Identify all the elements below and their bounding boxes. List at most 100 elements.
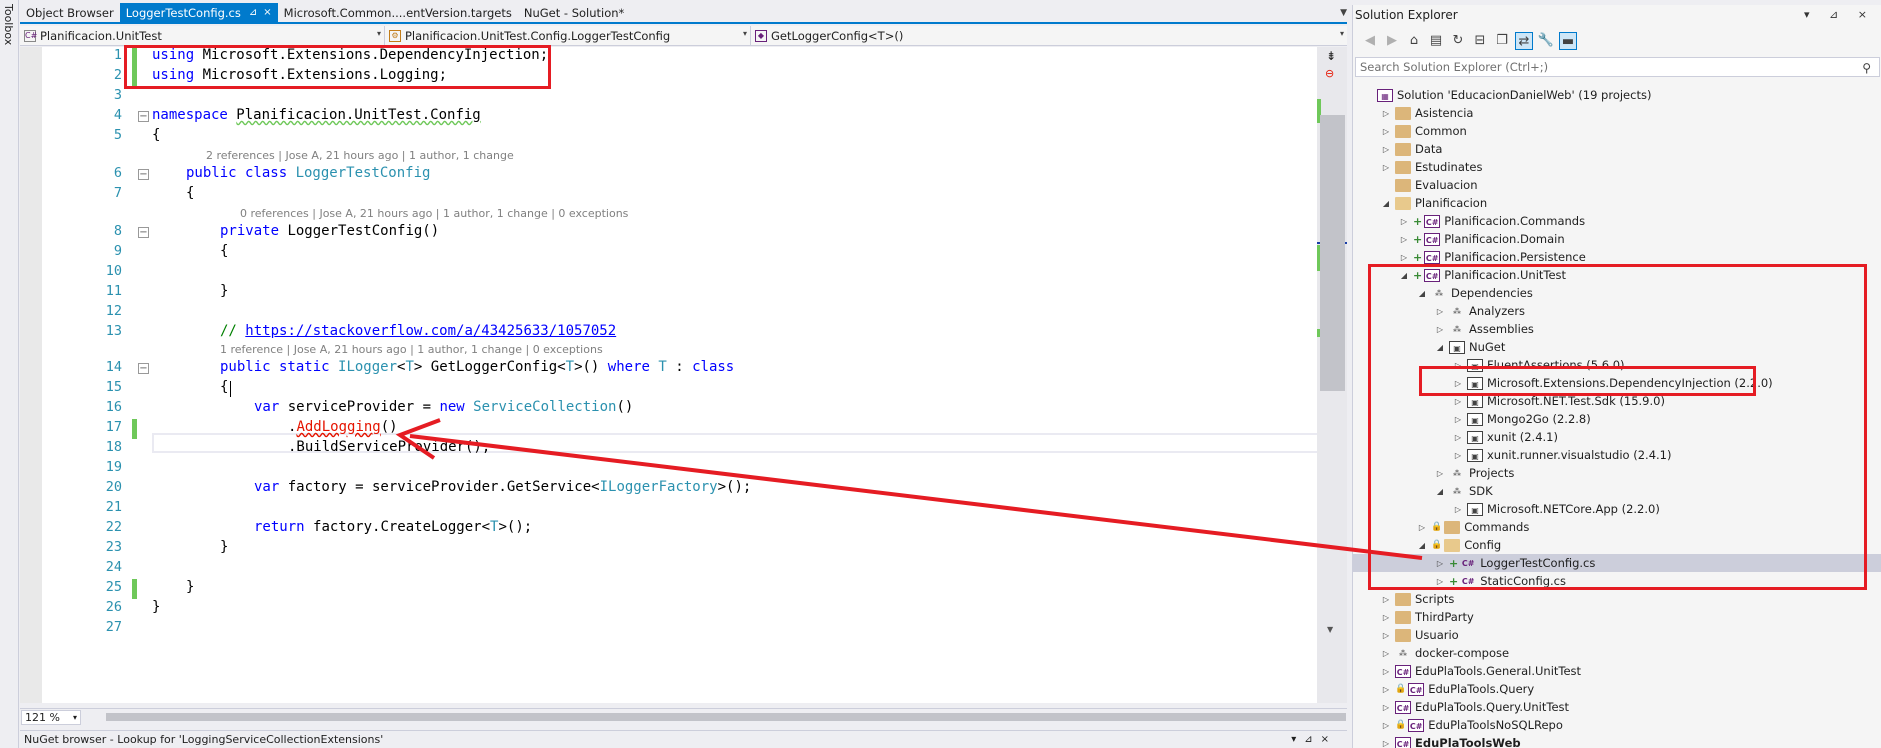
chevron-down-icon[interactable]: ▾ bbox=[73, 711, 77, 724]
window-buttons[interactable]: ▾ ⊿ × bbox=[1804, 8, 1875, 21]
expand-arrow-icon[interactable]: ▷ bbox=[1381, 595, 1391, 604]
tab-targets[interactable]: Microsoft.Common....entVersion.targets bbox=[278, 3, 518, 22]
tree-item[interactable]: ▷ 🔒 C# EduPlaTools.Query bbox=[1381, 680, 1534, 698]
properties-icon[interactable]: 🔧 bbox=[1537, 32, 1555, 50]
forward-icon[interactable]: ▶ bbox=[1383, 32, 1401, 50]
tree-item[interactable]: ▦ Solution 'EducacionDanielWeb' (19 proje… bbox=[1363, 86, 1651, 104]
code-line[interactable]: 7 { bbox=[20, 185, 1317, 205]
code-text[interactable]: } bbox=[186, 579, 194, 595]
code-line[interactable]: 3 bbox=[20, 87, 1317, 107]
project-combo[interactable]: C# Planificacion.UnitTest ▾ bbox=[20, 26, 385, 45]
codelens-class[interactable]: 2 references | Jose A, 21 hours ago | 1 … bbox=[206, 149, 514, 163]
tree-item[interactable]: ▷ Estudinates bbox=[1381, 158, 1483, 176]
code-line[interactable]: 17 .AddLogging() bbox=[20, 419, 1317, 439]
expand-arrow-icon[interactable]: ▷ bbox=[1381, 613, 1391, 622]
tree-item[interactable]: ◢ Planificacion bbox=[1381, 194, 1487, 212]
chevron-down-icon[interactable]: ▾ bbox=[1340, 29, 1344, 38]
expand-arrow-icon[interactable]: ▷ bbox=[1381, 685, 1391, 694]
expand-arrow-icon[interactable]: ▷ bbox=[1381, 667, 1391, 676]
code-line[interactable]: 4 − namespace Planificacion.UnitTest.Con… bbox=[20, 107, 1317, 127]
tree-item[interactable]: ▷ Asistencia bbox=[1381, 104, 1474, 122]
code-text[interactable]: return factory.CreateLogger<T>(); bbox=[254, 519, 532, 535]
code-line[interactable]: 27 bbox=[20, 619, 1317, 639]
code-line[interactable]: 9 { bbox=[20, 243, 1317, 263]
code-text[interactable]: var serviceProvider = new ServiceCollect… bbox=[254, 399, 633, 415]
member-combo[interactable]: ◆ GetLoggerConfig<T>() ▾ bbox=[751, 26, 1347, 45]
history-icon[interactable]: ↻ bbox=[1449, 32, 1467, 50]
code-text[interactable]: .AddLogging() bbox=[288, 419, 398, 435]
code-line[interactable]: 24 bbox=[20, 559, 1317, 579]
scroll-down-icon[interactable]: ▼ bbox=[1327, 625, 1333, 634]
code-line[interactable]: 6 − public class LoggerTestConfig bbox=[20, 165, 1317, 185]
code-text[interactable]: private LoggerTestConfig() bbox=[220, 223, 439, 239]
tree-item[interactable]: ▷ ⁂ docker-compose bbox=[1381, 644, 1509, 662]
code-line[interactable]: 23 } bbox=[20, 539, 1317, 559]
scrollbar-thumb[interactable] bbox=[1320, 115, 1345, 391]
switch-views-icon[interactable]: ▤ bbox=[1427, 32, 1445, 50]
expand-arrow-icon[interactable]: ▷ bbox=[1381, 145, 1391, 154]
code-line[interactable]: 8 − private LoggerTestConfig() bbox=[20, 223, 1317, 243]
code-line[interactable]: 18 .BuildServiceProvider(); bbox=[20, 439, 1317, 459]
code-text[interactable]: // https://stackoverflow.com/a/43425633/… bbox=[220, 323, 616, 339]
code-text[interactable]: var factory = serviceProvider.GetService… bbox=[254, 479, 751, 495]
toolbox-label[interactable]: Toolbox bbox=[2, 4, 15, 45]
code-text[interactable]: { bbox=[152, 127, 160, 143]
codelens-method[interactable]: 1 reference | Jose A, 21 hours ago | 1 a… bbox=[220, 343, 603, 357]
expand-arrow-icon[interactable]: ▷ bbox=[1399, 253, 1409, 262]
show-all-files-icon[interactable]: ❐ bbox=[1493, 32, 1511, 50]
code-text[interactable]: { bbox=[186, 185, 194, 201]
expand-arrow-icon[interactable]: ▷ bbox=[1381, 163, 1391, 172]
expand-arrow-icon[interactable]: ▷ bbox=[1381, 109, 1391, 118]
collapse-arrow-icon[interactable]: ◢ bbox=[1381, 199, 1391, 208]
code-editor[interactable]: 1 using Microsoft.Extensions.DependencyI… bbox=[20, 47, 1332, 703]
close-icon[interactable]: × bbox=[263, 7, 271, 18]
tree-item[interactable]: ▷ Common bbox=[1381, 122, 1467, 140]
code-line[interactable]: 19 bbox=[20, 459, 1317, 479]
horizontal-scrollbar[interactable] bbox=[106, 713, 1346, 721]
home-icon[interactable]: ⌂ bbox=[1405, 32, 1423, 50]
code-line[interactable]: 5 { bbox=[20, 127, 1317, 147]
tree-item[interactable]: ▷ C# EduPlaToolsWeb bbox=[1381, 734, 1521, 748]
code-text[interactable]: public class LoggerTestConfig bbox=[186, 165, 430, 181]
collapse-all-icon[interactable]: ⊟ bbox=[1471, 32, 1489, 50]
collapse-icon[interactable]: − bbox=[138, 169, 149, 180]
code-line[interactable]: 21 bbox=[20, 499, 1317, 519]
code-text[interactable]: namespace Planificacion.UnitTest.Config bbox=[152, 107, 481, 123]
expand-arrow-icon[interactable]: ▷ bbox=[1381, 649, 1391, 658]
code-text[interactable]: .BuildServiceProvider(); bbox=[288, 439, 490, 455]
error-squiggle[interactable]: AddLogging bbox=[296, 419, 380, 435]
expand-arrow-icon[interactable]: ▷ bbox=[1399, 235, 1409, 244]
collapse-icon[interactable]: − bbox=[138, 363, 149, 374]
code-line[interactable]: 22 return factory.CreateLogger<T>(); bbox=[20, 519, 1317, 539]
pane-buttons[interactable]: ▾⊿× bbox=[1291, 731, 1337, 748]
code-line[interactable]: 12 bbox=[20, 303, 1317, 323]
pin-icon[interactable]: ⊿ bbox=[249, 7, 257, 18]
solution-explorer-search[interactable]: Search Solution Explorer (Ctrl+;) ⚲ bbox=[1355, 57, 1880, 77]
code-text[interactable]: } bbox=[220, 283, 228, 299]
zoom-combo[interactable]: 121 % ▾ bbox=[21, 710, 81, 725]
tree-item[interactable]: ▷ C# EduPlaTools.General.UnitTest bbox=[1381, 662, 1581, 680]
toolbox-strip[interactable]: Toolbox bbox=[0, 0, 19, 748]
code-line[interactable]: 20 var factory = serviceProvider.GetServ… bbox=[20, 479, 1317, 499]
tree-item[interactable]: ▷ Usuario bbox=[1381, 626, 1459, 644]
chevron-down-icon[interactable]: ▾ bbox=[377, 29, 381, 38]
expand-arrow-icon[interactable]: ▷ bbox=[1399, 217, 1409, 226]
tab-object-browser[interactable]: Object Browser bbox=[20, 3, 120, 22]
codelens-ctor[interactable]: 0 references | Jose A, 21 hours ago | 1 … bbox=[240, 207, 628, 221]
collapse-icon[interactable]: − bbox=[138, 227, 149, 238]
preview-icon[interactable]: ▬ bbox=[1559, 32, 1577, 50]
code-line[interactable]: 16 var serviceProvider = new ServiceColl… bbox=[20, 399, 1317, 419]
tree-item[interactable]: ▷ C# EduPlaTools.Query.UnitTest bbox=[1381, 698, 1569, 716]
chevron-down-icon[interactable]: ▼ bbox=[1340, 8, 1347, 18]
tab-logger-test-config[interactable]: LoggerTestConfig.cs ⊿ × bbox=[119, 3, 278, 22]
code-line[interactable]: 11 } bbox=[20, 283, 1317, 303]
code-text[interactable]: } bbox=[152, 599, 160, 615]
tree-item[interactable]: ▷ ThirdParty bbox=[1381, 608, 1474, 626]
code-text[interactable]: { bbox=[220, 379, 228, 395]
tree-item[interactable]: Evaluacion bbox=[1381, 176, 1478, 194]
code-text[interactable]: { bbox=[220, 243, 228, 259]
code-line[interactable]: 25 } bbox=[20, 579, 1317, 599]
search-icon[interactable]: ⚲ bbox=[1862, 59, 1871, 77]
code-line[interactable]: 13 // https://stackoverflow.com/a/434256… bbox=[20, 323, 1317, 343]
code-line[interactable]: 14 − public static ILogger<T> GetLoggerC… bbox=[20, 359, 1317, 379]
